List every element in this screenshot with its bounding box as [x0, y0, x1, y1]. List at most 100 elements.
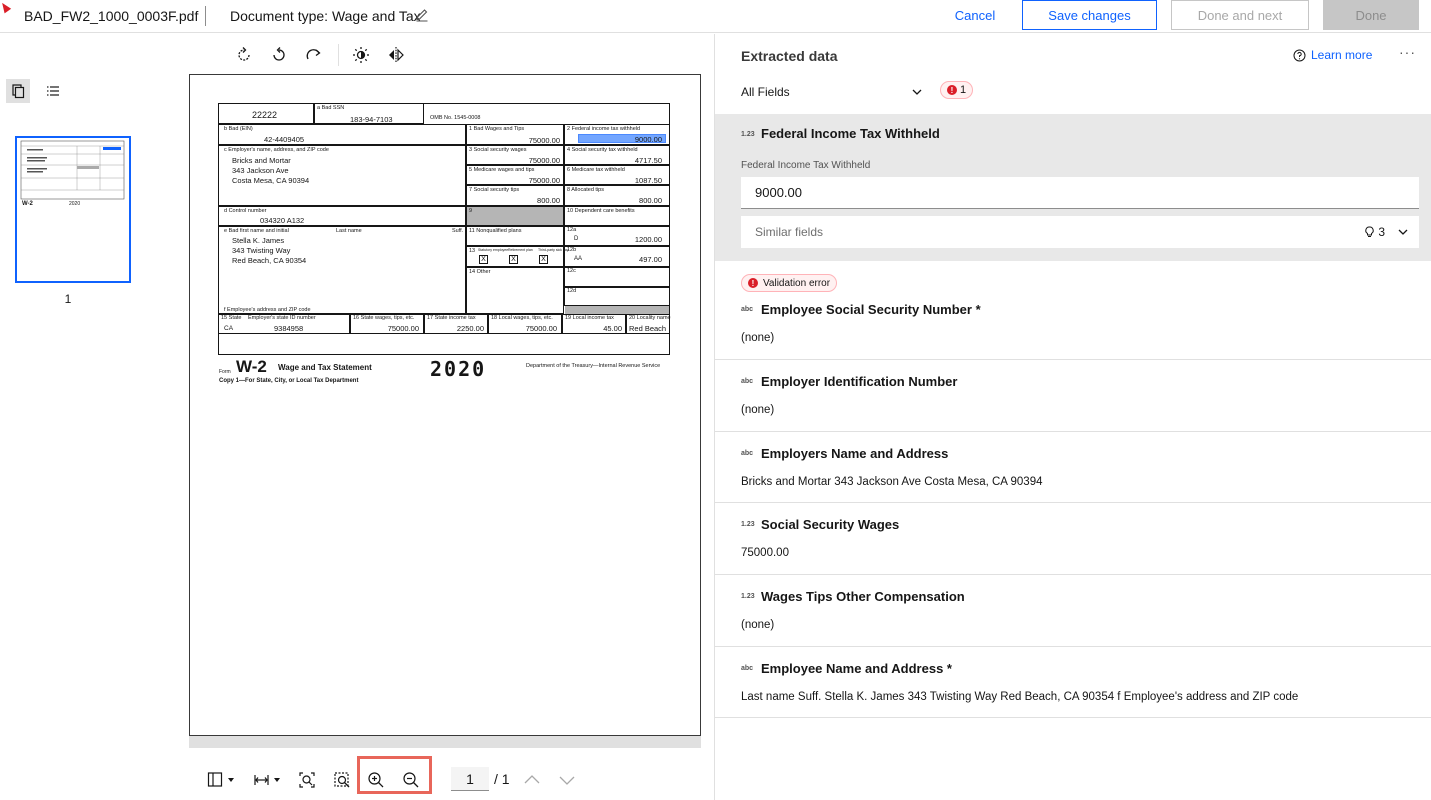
control-value: 034320 A132: [260, 216, 305, 225]
similar-fields-label: Similar fields: [755, 225, 824, 239]
save-changes-button[interactable]: Save changes: [1022, 0, 1157, 30]
employee-address-label: f Employee's address and ZIP code: [224, 307, 311, 313]
fit-width-icon[interactable]: [253, 771, 283, 789]
box-9: [466, 206, 564, 226]
box12b-code: AA: [574, 256, 583, 262]
done-and-next-button[interactable]: Done and next: [1171, 0, 1309, 30]
cancel-button[interactable]: Cancel: [940, 0, 1010, 30]
box2-label: 2 Federal income tax withheld: [567, 126, 641, 132]
done-button[interactable]: Done: [1323, 0, 1419, 30]
field-filter-dropdown[interactable]: All Fields: [741, 80, 923, 104]
list-view-icon[interactable]: [41, 79, 65, 103]
divider: [205, 6, 206, 26]
zoom-in-icon[interactable]: [367, 771, 385, 789]
page-thumbnail[interactable]: W-2 2020: [15, 136, 131, 283]
svg-text:2020: 2020: [69, 201, 80, 207]
box10-label: 10 Dependent care benefits: [567, 208, 635, 214]
box4-label: 4 Social security tax withheld: [567, 147, 638, 153]
flip-horizontal-icon[interactable]: [386, 45, 406, 65]
field-value: (none): [741, 404, 775, 416]
selected-field-card[interactable]: 1.23 Federal Income Tax Withheld Federal…: [715, 114, 1431, 261]
box15-label: 15 State: [221, 315, 242, 321]
box12b-value: 497.00: [639, 255, 662, 264]
statutory-label: Statutory employee: [478, 248, 509, 252]
treasury-label: Department of the Treasury—Internal Reve…: [526, 363, 661, 369]
brightness-icon[interactable]: [351, 45, 371, 65]
horizontal-scrollbar[interactable]: [189, 736, 701, 748]
field-title: Employer Identification Number: [761, 374, 958, 389]
box7-label: 7 Social security tips: [469, 187, 520, 193]
box4-value: 4717.50: [634, 156, 662, 165]
last-name-label: Last name: [336, 228, 362, 234]
retirement-label: Retirement plan: [508, 248, 533, 252]
fit-page-icon[interactable]: [298, 771, 316, 789]
document-page[interactable]: 22222 a Bad SSN 183-94-7103 OMB No. 1545…: [189, 74, 701, 736]
field-employee-name-address[interactable]: abc Employee Name and Address * Last nam…: [715, 647, 1431, 718]
box19-value: 45.00: [603, 324, 622, 333]
page-total: / 1: [494, 771, 510, 787]
box2-value: 9000.00: [634, 135, 662, 144]
overflow-menu-icon[interactable]: ···: [1399, 44, 1416, 60]
box5-label: 5 Medicare wages and tips: [469, 167, 535, 173]
next-page-icon[interactable]: [558, 771, 576, 789]
box17-value: 2250.00: [456, 324, 484, 333]
box17-label: 17 State income tax: [427, 315, 476, 321]
field-value: 75000.00: [741, 547, 789, 559]
similar-fields-dropdown[interactable]: Similar fields 3: [741, 216, 1419, 248]
top-bar: BAD_FW2_1000_0003F.pdf Document type: Wa…: [0, 0, 1431, 33]
box-12c: [564, 267, 670, 287]
toolbar-separator: [338, 44, 339, 66]
employee-line3: Red Beach, CA 90354: [232, 256, 307, 265]
box16-value: 75000.00: [387, 324, 419, 333]
field-employee-ssn[interactable]: ! Validation error abc Employee Social S…: [715, 261, 1431, 360]
zoom-out-icon[interactable]: [402, 771, 420, 789]
error-icon: !: [748, 278, 758, 288]
refresh-icon[interactable]: [234, 45, 254, 65]
zoom-area-icon[interactable]: [333, 771, 351, 789]
document-type-label: Document type: Wage and Tax: [230, 8, 421, 24]
box14-label: 14 Other: [469, 269, 491, 275]
box12-shade: [565, 306, 669, 314]
field-employer-name-address[interactable]: abc Employers Name and Address Bricks an…: [715, 432, 1431, 503]
number-type-icon: 1.23: [741, 593, 755, 600]
box15-id-label: Employer's state ID number: [248, 315, 316, 321]
employer-label: c Employer's name, address, and ZIP code: [224, 147, 329, 153]
ein-label: b Bad (EIN): [224, 126, 253, 132]
rotate-left-icon[interactable]: [269, 45, 289, 65]
selected-field-value-input[interactable]: 9000.00: [741, 177, 1419, 209]
field-title: Employee Name and Address *: [761, 661, 952, 676]
file-name: BAD_FW2_1000_0003F.pdf: [24, 8, 199, 24]
code-22222: 22222: [252, 110, 278, 120]
box12a-label: 12a: [567, 227, 577, 233]
box18-value: 75000.00: [525, 324, 557, 333]
field-title: Social Security Wages: [761, 517, 900, 532]
field-wages-tips[interactable]: 1.23 Wages Tips Other Compensation (none…: [715, 575, 1431, 647]
box8-value: 800.00: [639, 196, 662, 205]
thumbnail-view-icon[interactable]: [6, 79, 30, 103]
box-12d: [564, 287, 670, 306]
page-number-input[interactable]: 1: [451, 767, 489, 791]
field-social-security-wages[interactable]: 1.23 Social Security Wages 75000.00: [715, 503, 1431, 575]
validation-error-label: Validation error: [763, 277, 831, 289]
box16-label: 16 State wages, tips, etc.: [353, 315, 415, 321]
selected-field-sublabel: Federal Income Tax Withheld: [741, 160, 871, 171]
field-employer-ein[interactable]: abc Employer Identification Number (none…: [715, 360, 1431, 432]
box5-value: 75000.00: [528, 176, 560, 185]
learn-more-link[interactable]: Learn more: [1293, 48, 1372, 62]
copy-label: Copy 1—For State, City, or Local Tax Dep…: [219, 378, 359, 384]
box7-value: 800.00: [537, 196, 560, 205]
box19-label: 19 Local income tax: [565, 315, 614, 321]
text-type-icon: abc: [741, 665, 754, 672]
employee-line2: 343 Twisting Way: [232, 246, 291, 255]
error-count-badge[interactable]: ! 1: [940, 81, 974, 99]
state-value: CA: [224, 325, 234, 332]
redo-icon[interactable]: [304, 45, 324, 65]
svg-text:W-2: W-2: [22, 201, 34, 207]
sidebar-toggle-icon[interactable]: [207, 771, 237, 789]
edit-document-type-icon[interactable]: [414, 7, 430, 23]
state-id-value: 9384958: [274, 324, 304, 333]
previous-page-icon[interactable]: [523, 771, 541, 789]
employer-line3: Costa Mesa, CA 90394: [232, 176, 310, 185]
employer-line2: 343 Jackson Ave: [232, 166, 289, 175]
similar-count-group: 3: [1364, 216, 1385, 248]
